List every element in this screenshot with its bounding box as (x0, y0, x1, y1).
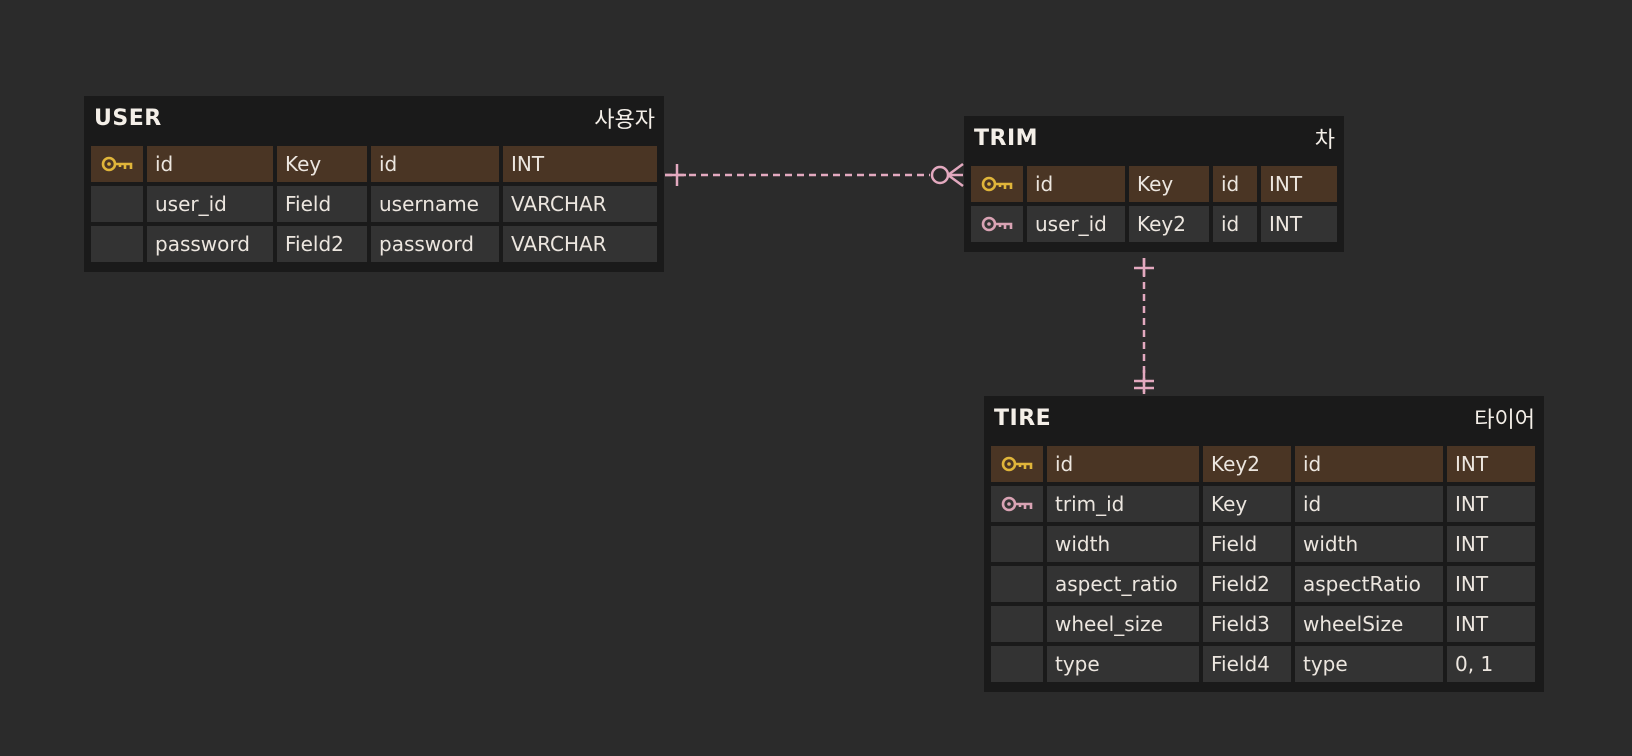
column-key: Field (1203, 526, 1291, 562)
entity-name: USER (94, 105, 162, 131)
column-type: INT (1261, 206, 1337, 242)
empty-key-cell (991, 646, 1043, 682)
entity-label: 사용자 (594, 108, 655, 133)
column-name: id (1047, 446, 1199, 482)
column-name: user_id (1027, 206, 1125, 242)
column-type: INT (1447, 486, 1535, 522)
column-type: INT (1447, 606, 1535, 642)
entity-name: TIRE (994, 405, 1052, 431)
column-name: trim_id (1047, 486, 1199, 522)
column-key: Key (277, 146, 367, 182)
zero-marker (930, 165, 950, 185)
diagram-canvas: USER 사용자 id Key id INT user_id Field use… (0, 0, 1632, 756)
table-row[interactable]: user_id Field username VARCHAR (91, 186, 657, 222)
fk-key-icon (991, 486, 1043, 522)
table-row[interactable]: id Key2 id INT (991, 446, 1537, 482)
entity-rows: id Key2 id INT trim_id Key id INT width … (984, 440, 1544, 682)
column-name: id (1027, 166, 1125, 202)
column-name: width (1047, 526, 1199, 562)
entity-trim[interactable]: TRIM 차 id Key id INT user_id Key2 id INT (964, 116, 1344, 252)
entity-label: 타이어 (1474, 408, 1535, 433)
entity-user[interactable]: USER 사용자 id Key id INT user_id Field use… (84, 96, 664, 272)
column-name: password (147, 226, 273, 262)
column-field: type (1295, 646, 1443, 682)
column-type: INT (1261, 166, 1337, 202)
column-name: aspect_ratio (1047, 566, 1199, 602)
column-key: Key (1129, 166, 1209, 202)
table-row[interactable]: wheel_size Field3 wheelSize INT (991, 606, 1537, 642)
column-type: INT (1447, 566, 1535, 602)
column-type: INT (1447, 526, 1535, 562)
column-type: 0, 1 (1447, 646, 1535, 682)
column-field: wheelSize (1295, 606, 1443, 642)
entity-rows: id Key id INT user_id Field username VAR… (84, 140, 664, 262)
entity-label: 차 (1314, 128, 1335, 153)
empty-key-cell (991, 526, 1043, 562)
table-row[interactable]: aspect_ratio Field2 aspectRatio INT (991, 566, 1537, 602)
table-row[interactable]: id Key id INT (91, 146, 657, 182)
column-key: Field2 (277, 226, 367, 262)
entity-rows: id Key id INT user_id Key2 id INT (964, 160, 1344, 242)
column-name: user_id (147, 186, 273, 222)
table-row[interactable]: trim_id Key id INT (991, 486, 1537, 522)
table-row[interactable]: type Field4 type 0, 1 (991, 646, 1537, 682)
crowfoot-marker (947, 173, 964, 188)
entity-tire[interactable]: TIRE 타이어 id Key2 id INT trim_id Key id I… (984, 396, 1544, 692)
column-key: Field2 (1203, 566, 1291, 602)
entity-header: TIRE 타이어 (984, 396, 1544, 440)
empty-key-cell (91, 186, 143, 222)
column-field: id (371, 146, 499, 182)
table-row[interactable]: id Key id INT (971, 166, 1337, 202)
entity-header: TRIM 차 (964, 116, 1344, 160)
column-field: password (371, 226, 499, 262)
fk-key-icon (971, 206, 1023, 242)
entity-header: USER 사용자 (84, 96, 664, 140)
column-key: Key2 (1203, 446, 1291, 482)
table-row[interactable]: width Field width INT (991, 526, 1537, 562)
relation-user-trim[interactable] (665, 162, 964, 188)
column-type: VARCHAR (503, 226, 657, 262)
column-field: id (1213, 166, 1257, 202)
column-key: Field4 (1203, 646, 1291, 682)
column-key: Key (1203, 486, 1291, 522)
table-row[interactable]: user_id Key2 id INT (971, 206, 1337, 242)
column-key: Field (277, 186, 367, 222)
column-key: Key2 (1129, 206, 1209, 242)
empty-key-cell (991, 566, 1043, 602)
table-row[interactable]: password Field2 password VARCHAR (91, 226, 657, 262)
column-name: type (1047, 646, 1199, 682)
column-key: Field3 (1203, 606, 1291, 642)
column-name: wheel_size (1047, 606, 1199, 642)
relation-trim-tire[interactable] (1134, 258, 1154, 394)
pk-key-icon (991, 446, 1043, 482)
column-field: id (1295, 486, 1443, 522)
empty-key-cell (91, 226, 143, 262)
column-type: VARCHAR (503, 186, 657, 222)
pk-key-icon (971, 166, 1023, 202)
pk-key-icon (91, 146, 143, 182)
empty-key-cell (991, 606, 1043, 642)
entity-name: TRIM (974, 125, 1039, 151)
column-name: id (147, 146, 273, 182)
column-type: INT (1447, 446, 1535, 482)
column-field: aspectRatio (1295, 566, 1443, 602)
column-field: id (1213, 206, 1257, 242)
column-field: id (1295, 446, 1443, 482)
column-field: width (1295, 526, 1443, 562)
column-field: username (371, 186, 499, 222)
column-type: INT (503, 146, 657, 182)
